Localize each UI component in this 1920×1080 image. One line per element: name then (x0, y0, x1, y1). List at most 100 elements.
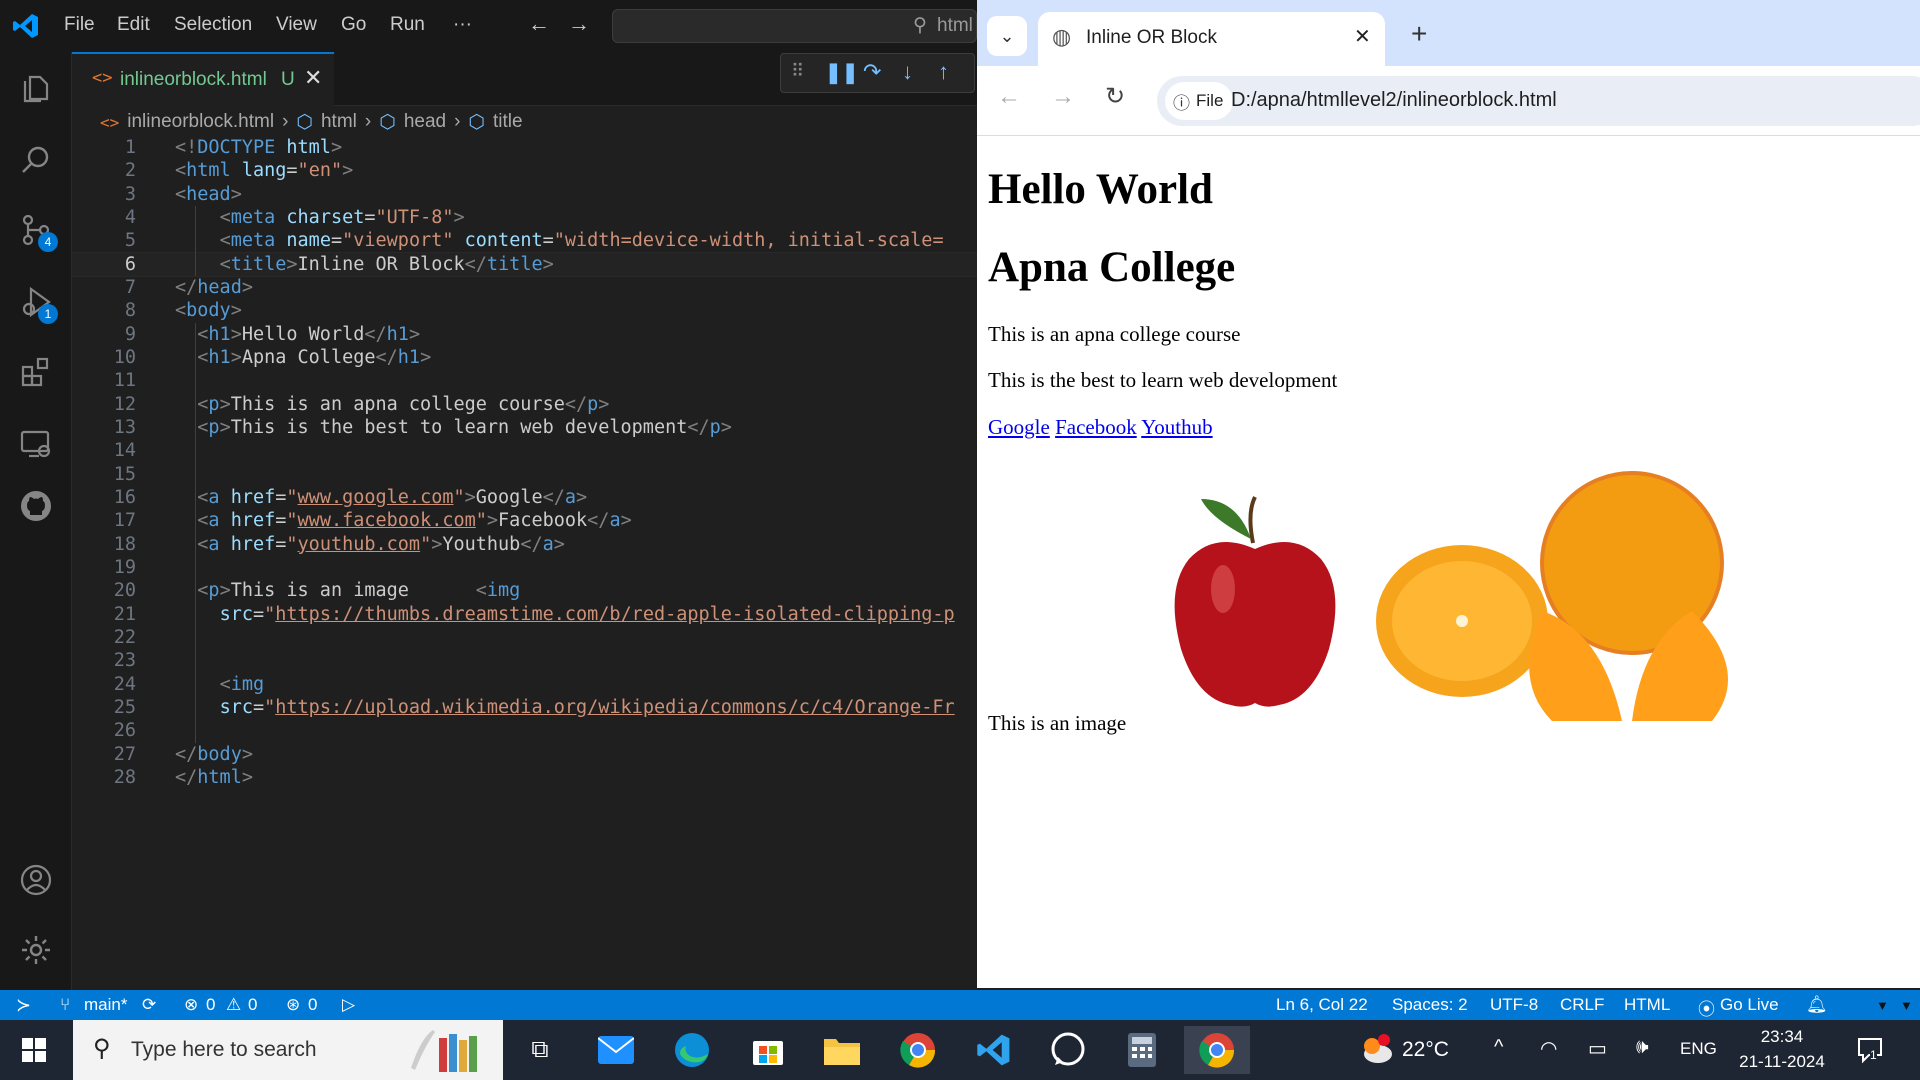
calculator-icon[interactable] (1114, 1026, 1170, 1074)
site-info-chip[interactable]: ⓘ File (1165, 82, 1233, 120)
weather-temperature[interactable]: 22°C (1402, 1038, 1449, 1062)
mail-app-icon[interactable] (588, 1026, 644, 1074)
explorer-icon[interactable] (14, 66, 58, 110)
back-arrow-icon[interactable]: ← (528, 11, 550, 37)
pause-icon[interactable]: ❚❚ (825, 60, 859, 85)
sync-icon[interactable]: ⟳ (142, 995, 156, 1015)
forward-arrow-icon[interactable]: → (568, 11, 590, 37)
tab-search-dropdown-icon[interactable]: ⌄ (987, 16, 1027, 56)
line-ending[interactable]: CRLF (1560, 995, 1604, 1015)
code-line[interactable]: 13 <p>This is the best to learn web deve… (72, 416, 977, 439)
github-icon[interactable] (14, 484, 58, 528)
weather-icon[interactable] (1360, 1034, 1394, 1069)
code-line[interactable]: 2 <html lang="en"> (72, 159, 977, 182)
menu-go[interactable]: Go (341, 14, 366, 36)
file-encoding[interactable]: UTF-8 (1490, 995, 1538, 1015)
menu-more[interactable]: ··· (453, 14, 472, 36)
extensions-icon[interactable] (14, 350, 58, 394)
source-control-icon[interactable]: 4 (14, 208, 58, 252)
show-hidden-icons-chevron-icon[interactable]: ^ (1494, 1036, 1503, 1059)
code-line[interactable]: 6 <title>Inline OR Block</title> (72, 251, 977, 277)
accounts-icon[interactable] (14, 858, 58, 902)
close-tab-icon[interactable]: ✕ (1354, 24, 1371, 49)
battery-icon[interactable]: ▭ (1588, 1036, 1607, 1061)
clock-date[interactable]: 21-11-2024 (1734, 1052, 1830, 1072)
code-line[interactable]: 5 <meta name="viewport" content="width=d… (72, 229, 977, 252)
address-bar[interactable]: ⓘ File D:/apna/htmllevel2/inlineorblock.… (1157, 76, 1920, 126)
search-icon[interactable] (14, 138, 58, 182)
code-editor[interactable]: 1 <!DOCTYPE html> 2 <html lang="en"> 3 <head>… (72, 136, 977, 990)
link-youthub[interactable]: Youthub (1141, 415, 1212, 439)
code-line[interactable]: 3 <head> (72, 183, 977, 206)
task-view-icon[interactable]: ⧉ (512, 1026, 568, 1074)
breadcrumb-title[interactable]: title (493, 111, 523, 133)
code-line[interactable]: 10 <h1>Apna College</h1> (72, 346, 977, 369)
code-line[interactable]: 21 src="https://thumbs.dreamstime.com/b/… (72, 603, 977, 626)
code-line[interactable]: 22 (72, 626, 977, 649)
code-line[interactable]: 20 <p>This is an image <img (72, 579, 977, 602)
menu-edit[interactable]: Edit (117, 14, 150, 36)
chrome-profile-icon[interactable] (890, 1026, 946, 1074)
breadcrumb-html[interactable]: html (321, 111, 357, 133)
link-facebook[interactable]: Facebook (1055, 415, 1137, 439)
menu-run[interactable]: Run (390, 14, 425, 36)
code-line[interactable]: 23 (72, 649, 977, 672)
language-mode[interactable]: HTML (1624, 995, 1670, 1015)
new-tab-plus-icon[interactable]: + (1411, 18, 1427, 50)
remote-explorer-icon[interactable] (14, 422, 58, 466)
chrome-taskbar-icon[interactable] (1184, 1026, 1250, 1074)
code-line[interactable]: 28 </html> (72, 766, 977, 789)
code-line[interactable]: 19 (72, 556, 977, 579)
code-line[interactable]: 4 <meta charset="UTF-8"> (72, 206, 977, 229)
remote-indicator-icon[interactable]: ≻ (16, 995, 31, 1016)
menu-selection[interactable]: Selection (174, 14, 252, 36)
code-line[interactable]: 27 </body> (72, 743, 977, 766)
code-line[interactable]: 15 (72, 463, 977, 486)
code-line[interactable]: 14 (72, 439, 977, 462)
whatsapp-icon[interactable] (1040, 1026, 1096, 1074)
taskbar-search-box[interactable]: ⚲ Type here to search (73, 1020, 503, 1080)
debug-launch-icon[interactable]: ▷ (342, 995, 355, 1015)
browser-tab[interactable]: ◍ Inline OR Block ✕ (1038, 12, 1385, 66)
scroll-down-icon[interactable]: ▼ (1900, 998, 1913, 1013)
volume-icon[interactable]: 🕪︎ (1636, 1036, 1649, 1059)
menu-view[interactable]: View (276, 14, 317, 36)
notifications-bell-icon[interactable]: 🔔︎ (1806, 995, 1828, 1015)
close-tab-icon[interactable]: ✕ (304, 65, 322, 91)
code-line[interactable]: 1 <!DOCTYPE html> (72, 136, 977, 159)
microsoft-store-icon[interactable] (740, 1026, 796, 1074)
code-line[interactable]: 8 <body> (72, 299, 977, 322)
step-out-icon[interactable]: ↑ (938, 59, 949, 85)
reload-icon[interactable]: ↻ (1105, 82, 1125, 111)
windows-start-icon[interactable] (22, 1038, 46, 1067)
code-line[interactable]: 26 (72, 719, 977, 742)
code-line[interactable]: 18 <a href="youthub.com">Youthub</a> (72, 533, 977, 556)
cursor-position[interactable]: Ln 6, Col 22 (1276, 995, 1368, 1015)
link-google[interactable]: Google (988, 415, 1050, 439)
back-arrow-icon[interactable]: ← (997, 83, 1021, 111)
input-language[interactable]: ENG (1680, 1039, 1717, 1059)
scroll-down-icon[interactable]: ▼ (1876, 998, 1889, 1013)
error-count[interactable]: 0 (206, 995, 215, 1015)
forward-arrow-icon[interactable]: → (1051, 83, 1075, 111)
command-center-search[interactable]: ⚲ html (612, 9, 977, 43)
code-line[interactable]: 9 <h1>Hello World</h1> (72, 323, 977, 346)
file-explorer-icon[interactable] (814, 1026, 870, 1074)
notification-center-icon[interactable]: 1 (1856, 1036, 1884, 1069)
code-line[interactable]: 24 <img (72, 673, 977, 696)
indentation[interactable]: Spaces: 2 (1392, 995, 1468, 1015)
settings-gear-icon[interactable] (14, 928, 58, 972)
wifi-icon[interactable]: ◠ (1540, 1036, 1557, 1061)
run-debug-icon[interactable]: 1 (14, 280, 58, 324)
drag-handle-icon[interactable]: ⠿ (791, 61, 804, 82)
step-over-icon[interactable]: ↷ (863, 59, 881, 85)
ports-count[interactable]: 0 (308, 995, 317, 1015)
code-line[interactable]: 11 (72, 369, 977, 392)
warning-count[interactable]: 0 (248, 995, 257, 1015)
step-into-icon[interactable]: ↓ (902, 59, 913, 85)
vscode-taskbar-icon[interactable] (966, 1026, 1022, 1074)
code-line[interactable]: 12 <p>This is an apna college course</p> (72, 393, 977, 416)
edge-browser-icon[interactable] (664, 1026, 720, 1074)
go-live-button[interactable]: Go Live (1720, 995, 1779, 1015)
breadcrumb-file[interactable]: inlineorblock.html (127, 111, 274, 133)
